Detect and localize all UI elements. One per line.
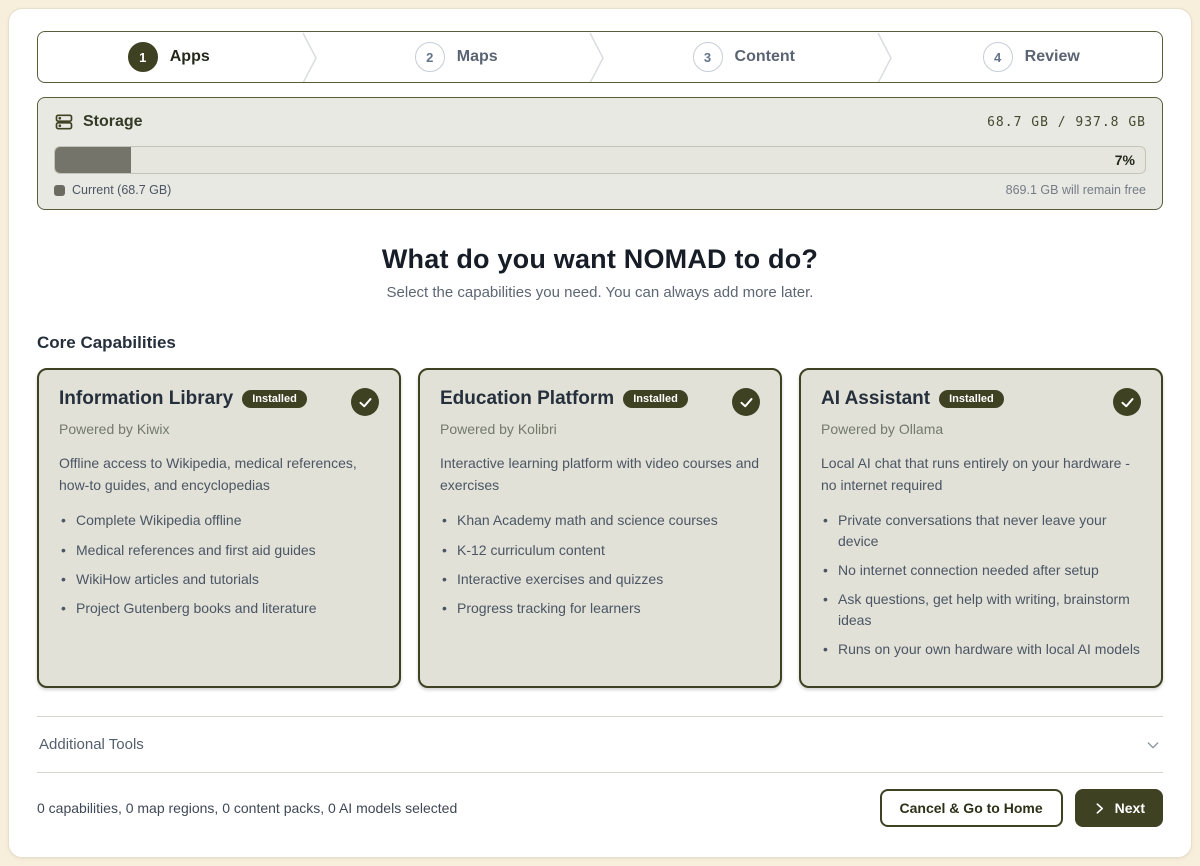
step-content[interactable]: 3 Content	[613, 32, 875, 82]
feature-item: Complete Wikipedia offline	[59, 510, 379, 530]
capability-cards: Information Library Installed Powered by…	[37, 368, 1163, 688]
storage-remaining-label: 869.1 GB will remain free	[1006, 183, 1146, 197]
step-label: Maps	[457, 48, 498, 66]
installed-badge: Installed	[242, 390, 307, 408]
step-apps[interactable]: 1 Apps	[38, 32, 300, 82]
powered-by-label: Powered by Kiwix	[59, 421, 379, 437]
step-maps[interactable]: 2 Maps	[326, 32, 588, 82]
legend-swatch-icon	[54, 185, 65, 196]
capability-card-ai-assistant[interactable]: AI Assistant Installed Powered by Ollama…	[799, 368, 1163, 688]
feature-item: Progress tracking for learners	[440, 598, 760, 618]
feature-item: Medical references and first aid guides	[59, 540, 379, 560]
feature-list: Khan Academy math and science courses K-1…	[440, 510, 760, 618]
next-button-label: Next	[1115, 800, 1145, 816]
storage-title: Storage	[54, 112, 143, 132]
feature-item: No internet connection needed after setu…	[821, 560, 1141, 580]
feature-item: Khan Academy math and science courses	[440, 510, 760, 530]
additional-tools-toggle[interactable]: Additional Tools	[37, 717, 1163, 773]
cancel-button[interactable]: Cancel & Go to Home	[880, 789, 1063, 827]
feature-list: Private conversations that never leave y…	[821, 510, 1141, 659]
wizard-stepper: 1 Apps 2 Maps 3 Content 4 Review	[37, 31, 1163, 83]
chevron-down-icon	[1145, 737, 1161, 753]
capability-card-information-library[interactable]: Information Library Installed Powered by…	[37, 368, 401, 688]
feature-item: Runs on your own hardware with local AI …	[821, 639, 1141, 659]
additional-tools-label: Additional Tools	[39, 736, 144, 753]
legend-current-label: Current (68.7 GB)	[72, 183, 171, 197]
step-number-badge: 2	[415, 42, 445, 72]
selection-summary: 0 capabilities, 0 map regions, 0 content…	[37, 800, 457, 816]
step-review[interactable]: 4 Review	[901, 32, 1163, 82]
feature-list: Complete Wikipedia offline Medical refere…	[59, 510, 379, 618]
feature-item: WikiHow articles and tutorials	[59, 569, 379, 589]
powered-by-label: Powered by Kolibri	[440, 421, 760, 437]
wizard-footer: 0 capabilities, 0 map regions, 0 content…	[37, 773, 1163, 827]
core-capabilities-heading: Core Capabilities	[37, 333, 1163, 353]
step-separator-chevron-icon	[875, 32, 901, 83]
storage-title-label: Storage	[83, 113, 143, 131]
card-title: Information Library	[59, 388, 233, 410]
page-subtitle: Select the capabilities you need. You ca…	[37, 284, 1163, 301]
step-number-badge: 4	[983, 42, 1013, 72]
step-number-badge: 1	[128, 42, 158, 72]
step-separator-chevron-icon	[300, 32, 326, 83]
step-separator-chevron-icon	[587, 32, 613, 83]
card-title: Education Platform	[440, 388, 614, 410]
main-container: 1 Apps 2 Maps 3 Content 4 Review	[8, 8, 1192, 858]
storage-percent-label: 7%	[1115, 152, 1135, 168]
feature-item: K-12 curriculum content	[440, 540, 760, 560]
feature-item: Ask questions, get help with writing, br…	[821, 589, 1141, 630]
feature-item: Project Gutenberg books and literature	[59, 598, 379, 618]
step-label: Content	[735, 48, 795, 66]
next-button[interactable]: Next	[1075, 789, 1163, 827]
step-number-badge: 3	[693, 42, 723, 72]
installed-badge: Installed	[939, 390, 1004, 408]
storage-progress-fill	[55, 147, 131, 173]
step-label: Review	[1025, 48, 1080, 66]
storage-drive-icon	[54, 112, 74, 132]
selected-check-icon	[732, 388, 760, 416]
card-description: Interactive learning platform with video…	[440, 453, 760, 496]
storage-legend-current: Current (68.7 GB)	[54, 183, 171, 197]
powered-by-label: Powered by Ollama	[821, 421, 1141, 437]
storage-progress-bar: 7%	[54, 146, 1146, 174]
card-title: AI Assistant	[821, 388, 930, 410]
chevron-right-icon	[1093, 802, 1106, 815]
selected-check-icon	[1113, 388, 1141, 416]
card-description: Local AI chat that runs entirely on your…	[821, 453, 1141, 496]
card-description: Offline access to Wikipedia, medical ref…	[59, 453, 379, 496]
feature-item: Interactive exercises and quizzes	[440, 569, 760, 589]
installed-badge: Installed	[623, 390, 688, 408]
selected-check-icon	[351, 388, 379, 416]
step-label: Apps	[170, 48, 210, 66]
page-title: What do you want NOMAD to do?	[37, 244, 1163, 275]
feature-item: Private conversations that never leave y…	[821, 510, 1141, 551]
storage-usage-text: 68.7 GB / 937.8 GB	[987, 115, 1146, 130]
hero-section: What do you want NOMAD to do? Select the…	[37, 244, 1163, 301]
storage-panel: Storage 68.7 GB / 937.8 GB 7% Current (6…	[37, 97, 1163, 210]
capability-card-education-platform[interactable]: Education Platform Installed Powered by …	[418, 368, 782, 688]
